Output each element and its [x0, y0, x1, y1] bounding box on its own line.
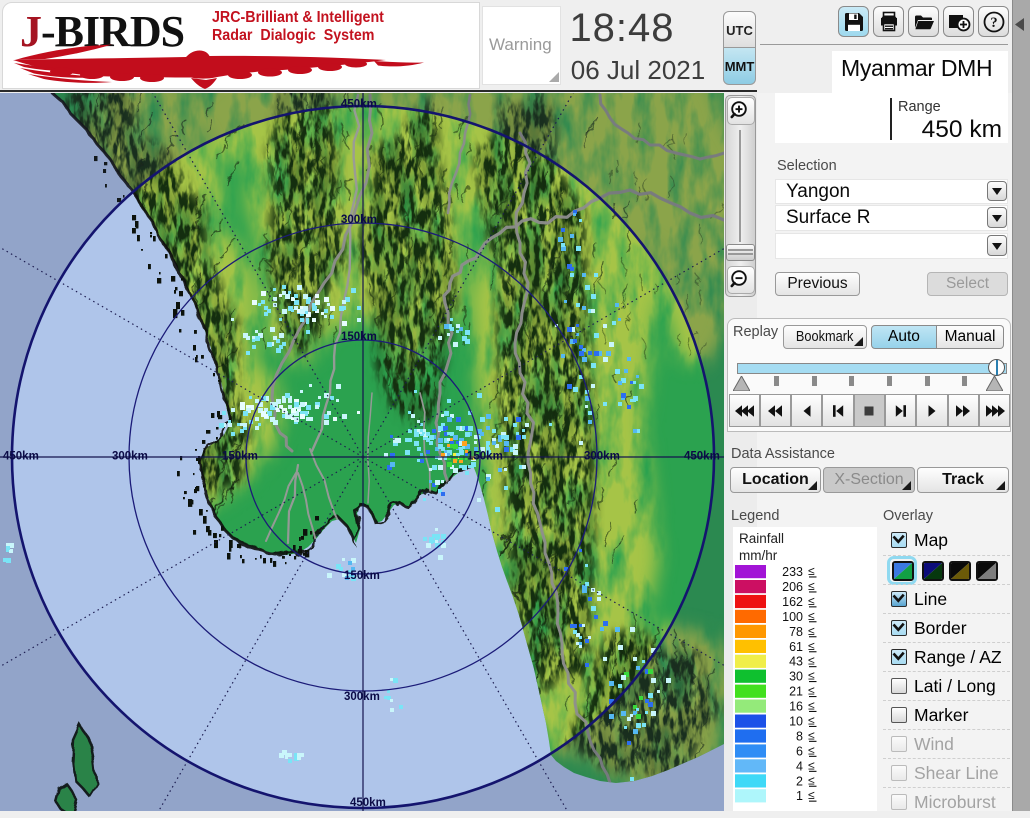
svg-text:≤: ≤	[808, 624, 815, 638]
svg-text:Rainfall: Rainfall	[739, 531, 784, 546]
svg-text:43: 43	[789, 655, 803, 669]
svg-text:≤: ≤	[808, 728, 815, 742]
svg-text:450km: 450km	[684, 451, 720, 463]
svg-text:8: 8	[796, 729, 803, 743]
svg-text:6: 6	[796, 744, 803, 758]
svg-text:≤: ≤	[808, 579, 815, 593]
svg-text:≤: ≤	[808, 773, 815, 787]
svg-text:≤: ≤	[808, 639, 815, 653]
svg-text:10: 10	[789, 715, 803, 729]
svg-text:4: 4	[796, 759, 803, 773]
svg-text:61: 61	[789, 640, 803, 654]
svg-text:16: 16	[789, 700, 803, 714]
svg-text:21: 21	[789, 685, 803, 699]
svg-text:≤: ≤	[808, 684, 815, 698]
svg-text:150km: 150km	[222, 451, 258, 463]
svg-text:2: 2	[796, 774, 803, 788]
svg-text:300km: 300km	[344, 691, 380, 703]
svg-text:150km: 150km	[341, 331, 377, 343]
svg-text:mm/hr: mm/hr	[739, 548, 778, 563]
svg-text:450km: 450km	[341, 99, 377, 111]
svg-text:≤: ≤	[808, 594, 815, 608]
svg-text:150km: 150km	[467, 451, 503, 463]
svg-text:≤: ≤	[808, 564, 815, 578]
svg-text:≤: ≤	[808, 609, 815, 623]
svg-text:≤: ≤	[808, 669, 815, 683]
svg-text:≤: ≤	[808, 788, 815, 802]
svg-text:300km: 300km	[341, 214, 377, 226]
svg-text:162: 162	[782, 595, 803, 609]
svg-text:≤: ≤	[808, 714, 815, 728]
svg-text:?: ?	[990, 15, 997, 31]
svg-text:450km: 450km	[3, 451, 39, 463]
svg-text:450km: 450km	[350, 797, 386, 809]
svg-text:300km: 300km	[112, 451, 148, 463]
svg-text:≤: ≤	[808, 699, 815, 713]
svg-text:78: 78	[789, 625, 803, 639]
svg-text:150km: 150km	[344, 570, 380, 582]
svg-text:233: 233	[782, 565, 803, 579]
svg-text:1: 1	[796, 789, 803, 803]
svg-text:206: 206	[782, 580, 803, 594]
svg-text:≤: ≤	[808, 743, 815, 757]
svg-text:30: 30	[789, 670, 803, 684]
svg-text:300km: 300km	[584, 451, 620, 463]
svg-text:≤: ≤	[808, 654, 815, 668]
svg-text:100: 100	[782, 610, 803, 624]
svg-text:≤: ≤	[808, 758, 815, 772]
